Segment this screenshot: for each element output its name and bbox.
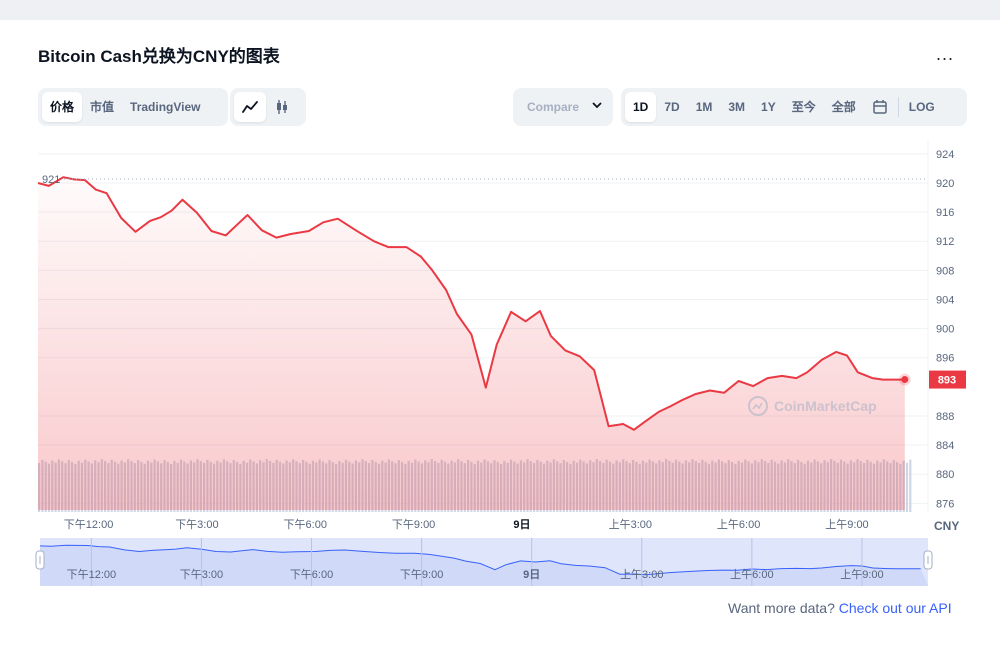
y-tick-label: 884 <box>936 440 954 452</box>
last-price-label: 893 <box>938 375 956 387</box>
volume-bar <box>909 459 912 512</box>
y-tick-label: 900 <box>936 324 954 336</box>
currency-label: CNY <box>934 519 959 533</box>
price-area-fill <box>38 177 905 510</box>
x-tick-label: 上午9:00 <box>825 518 868 531</box>
x-axis: 下午12:00 下午3:00 下午6:00 下午9:00 9日 上午3:00 上午6:00 上… <box>64 518 960 533</box>
y-tick-label: 912 <box>936 236 954 248</box>
open-price-label: 921 <box>42 174 60 186</box>
navigator-tick-label: 下午9:00 <box>400 568 443 581</box>
navigator-tick-label: 上午9:00 <box>840 568 883 581</box>
y-tick-label: 920 <box>936 178 954 190</box>
y-axis: 924 920 916 912 908 904 900 896 888 884 880 876 <box>936 149 954 510</box>
y-tick-label: 904 <box>936 294 954 306</box>
y-tick-label: 924 <box>936 149 954 161</box>
last-price-dot <box>901 376 909 384</box>
api-link[interactable]: Check out our API <box>839 600 952 616</box>
x-tick-label: 下午6:00 <box>284 518 327 531</box>
navigator-tick-label: 下午3:00 <box>180 568 223 581</box>
navigator-tick-label: 上午6:00 <box>730 568 773 581</box>
volume-bar <box>905 462 909 512</box>
footer-api: Want more data? Check out our API <box>728 600 952 616</box>
watermark-text: CoinMarketCap <box>774 398 877 414</box>
y-tick-label: 908 <box>936 265 954 277</box>
x-tick-label: 上午3:00 <box>609 518 652 531</box>
navigator-tick-label: 下午12:00 <box>67 568 117 581</box>
x-tick-label: 下午3:00 <box>175 518 218 531</box>
footer-text: Want more data? <box>728 600 835 616</box>
y-tick-label: 888 <box>936 411 954 423</box>
x-tick-label: 下午9:00 <box>392 518 435 531</box>
x-tick-label: 上午6:00 <box>717 518 760 531</box>
x-tick-label: 下午12:00 <box>64 518 114 531</box>
navigator-tick-label: 下午6:00 <box>290 568 333 581</box>
range-navigator[interactable]: 下午12:00 下午3:00 下午6:00 下午9:00 9日 上午3:00 上午6:00 上… <box>35 538 933 586</box>
y-tick-label: 896 <box>936 353 954 365</box>
x-tick-label: 9日 <box>513 518 530 531</box>
y-tick-label: 916 <box>936 207 954 219</box>
y-tick-label: 880 <box>936 469 954 481</box>
price-chart[interactable]: 924 920 916 912 908 904 900 896 888 884 880 876 下午1… <box>0 0 1000 650</box>
navigator-tick-label: 上午3:00 <box>620 568 663 581</box>
y-tick-label: 876 <box>936 498 954 510</box>
price-area <box>37 176 905 510</box>
navigator-tick-label: 9日 <box>523 568 540 581</box>
